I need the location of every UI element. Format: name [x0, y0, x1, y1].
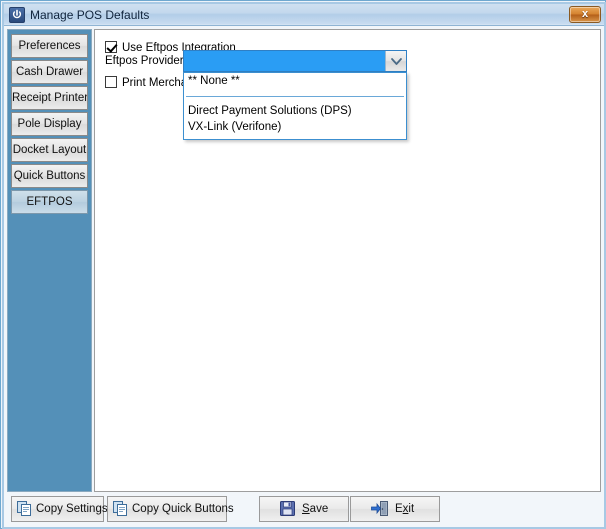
- sidebar-item-label: Preferences: [18, 40, 81, 52]
- button-bar: Copy Settings Copy Quick Buttons Save Ex…: [7, 496, 601, 524]
- save-label: Save: [302, 497, 328, 521]
- title-bar: Manage POS Defaults x: [4, 4, 604, 26]
- eftpos-provider-value: [184, 51, 385, 71]
- dropdown-option-dps[interactable]: Direct Payment Solutions (DPS): [184, 103, 406, 119]
- sidebar-item-pole-display[interactable]: Pole Display: [11, 112, 88, 136]
- copy-settings-button[interactable]: Copy Settings: [11, 496, 108, 522]
- eftpos-provider-dropdown-list[interactable]: ** None ** Direct Payment Solutions (DPS…: [183, 72, 407, 140]
- eftpos-provider-combobox[interactable]: [183, 50, 407, 72]
- copy-quick-buttons-label: Copy Quick Buttons: [132, 503, 234, 515]
- sidebar-item-docket-layout[interactable]: Docket Layout: [11, 138, 88, 162]
- print-merchant-checkbox[interactable]: [105, 76, 117, 88]
- dropdown-option-vxlink[interactable]: VX-Link (Verifone): [184, 119, 406, 135]
- close-button[interactable]: x: [569, 6, 601, 23]
- dropdown-option-none[interactable]: ** None **: [184, 73, 406, 89]
- eftpos-provider-label: Eftpos Provider: [105, 55, 184, 67]
- copy-quick-buttons-button[interactable]: Copy Quick Buttons: [107, 496, 234, 522]
- sidebar-item-label: Docket Layout: [12, 144, 87, 156]
- close-icon: x: [581, 8, 589, 20]
- save-accel: S: [302, 503, 310, 515]
- window: Manage POS Defaults x Preferences Cash D…: [0, 0, 606, 529]
- copy-icon: [17, 501, 32, 520]
- use-eftpos-integration-checkbox[interactable]: [105, 41, 117, 53]
- sidebar-item-label: Pole Display: [17, 118, 82, 130]
- sidebar-item-label: Quick Buttons: [13, 170, 86, 182]
- sidebar-item-cash-drawer[interactable]: Cash Drawer: [11, 60, 88, 84]
- exit-door-icon: [371, 501, 388, 519]
- sidebar-item-quick-buttons[interactable]: Quick Buttons: [11, 164, 88, 188]
- exit-pre: E: [395, 503, 403, 515]
- floppy-disk-icon: [280, 501, 295, 519]
- eftpos-settings-panel: Use Eftpos Integration Eftpos Provider P…: [94, 29, 601, 492]
- print-merchant-row[interactable]: Print Merchan: [105, 76, 194, 89]
- save-button[interactable]: Save: [259, 496, 349, 522]
- dropdown-separator: [186, 96, 404, 97]
- sidebar-item-eftpos[interactable]: EFTPOS: [11, 190, 88, 214]
- sidebar-item-label: Receipt Printer: [12, 92, 88, 104]
- sidebar-item-preferences[interactable]: Preferences: [11, 34, 88, 58]
- exit-label: Exit: [395, 497, 414, 521]
- exit-button[interactable]: Exit: [350, 496, 440, 522]
- client-area: Preferences Cash Drawer Receipt Printer …: [4, 26, 604, 527]
- sidebar-tab-strip: Preferences Cash Drawer Receipt Printer …: [7, 29, 92, 492]
- save-rest: ave: [309, 503, 329, 515]
- chevron-down-icon[interactable]: [385, 51, 406, 71]
- copy-settings-label: Copy Settings: [36, 503, 108, 515]
- exit-rest: it: [408, 503, 415, 515]
- sidebar-item-label: Cash Drawer: [15, 66, 84, 78]
- power-icon: [9, 7, 25, 23]
- window-title: Manage POS Defaults: [30, 8, 150, 22]
- sidebar-item-label: EFTPOS: [26, 196, 73, 208]
- copy-icon: [113, 501, 128, 520]
- sidebar-item-receipt-printer[interactable]: Receipt Printer: [11, 86, 88, 110]
